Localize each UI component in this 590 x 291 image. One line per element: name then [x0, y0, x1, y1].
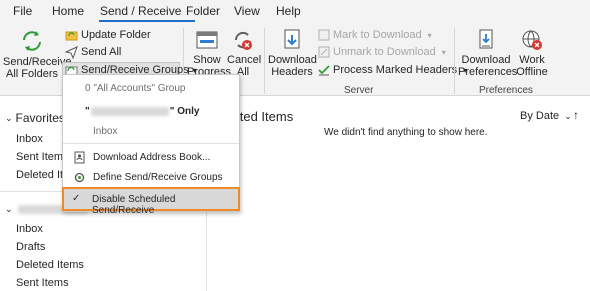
ribbon-separator: [264, 28, 265, 94]
download-preferences-label: Download Preferences: [458, 54, 518, 78]
favorites-header[interactable]: ⌄ Favorites: [5, 111, 65, 125]
menu-separator: [63, 143, 239, 144]
menu-item-account-only[interactable]: " " Only: [63, 101, 239, 121]
chevron-down-icon: ⌄: [5, 112, 13, 123]
tab-send-receive[interactable]: Send / Receive: [100, 4, 181, 18]
update-folder-button[interactable]: Update Folder: [65, 27, 151, 43]
send-all-label: Send All: [81, 46, 122, 58]
quote-open: ": [85, 105, 90, 117]
tab-file[interactable]: File: [13, 4, 32, 18]
menu-item-download-address-book-label: Download Address Book...: [93, 151, 211, 163]
chevron-down-icon: ▾: [427, 30, 432, 40]
active-tab-indicator: [99, 20, 195, 22]
ribbon-separator: [454, 28, 455, 94]
send-all-button[interactable]: Send All: [65, 44, 121, 60]
group-label-preferences: Preferences: [479, 85, 533, 96]
favorite-inbox[interactable]: Inbox: [16, 133, 43, 145]
redacted-account-name: [90, 106, 169, 116]
process-marked-headers-button[interactable]: Process Marked Headers ▾: [318, 62, 467, 78]
checkmark-icon: [318, 65, 330, 76]
address-book-icon: [74, 151, 85, 163]
menu-item-all-accounts-label: 0 "All Accounts" Group: [85, 82, 186, 94]
menu-item-inbox-label: Inbox: [93, 125, 118, 137]
unmark-download-icon: [318, 46, 330, 58]
menu-item-all-accounts[interactable]: 0 "All Accounts" Group: [63, 78, 239, 98]
menu-item-inbox[interactable]: Inbox: [63, 121, 239, 141]
globe-offline-icon: [522, 30, 542, 50]
unmark-to-download-button[interactable]: Unmark to Download ▾: [318, 44, 446, 60]
update-folder-label: Update Folder: [81, 29, 151, 41]
empty-list-message: We didn't find anything to show here.: [324, 127, 488, 138]
define-groups-icon: [74, 172, 85, 182]
menu-item-define-groups-label: Define Send/Receive Groups: [93, 171, 223, 183]
account-inbox[interactable]: Inbox: [16, 223, 43, 235]
mark-download-icon: [318, 29, 330, 41]
update-folder-icon: [65, 31, 78, 40]
sort-direction-arrow-icon[interactable]: ↑: [573, 108, 579, 122]
menu-item-disable-scheduled[interactable]: ✓ Disable Scheduled Send/Receive: [62, 187, 240, 216]
work-offline-label: Work Offline: [516, 54, 548, 78]
download-headers-label: Download Headers: [268, 54, 317, 78]
tab-help[interactable]: Help: [276, 4, 301, 18]
chevron-down-icon: ⌄: [564, 111, 572, 121]
chevron-down-icon: ⌄: [5, 204, 13, 214]
sort-by-date-button[interactable]: By Date ⌄: [520, 110, 572, 122]
progress-window-icon: [196, 31, 218, 49]
download-headers-button[interactable]: Download Headers: [268, 28, 317, 78]
download-preferences-icon: [479, 29, 493, 49]
group-label-server: Server: [344, 85, 374, 96]
send-receive-all-button[interactable]: Send/Receive All Folders: [3, 28, 72, 80]
download-preferences-button[interactable]: Download Preferences: [458, 28, 518, 78]
tab-home[interactable]: Home: [52, 4, 84, 18]
send-all-icon: [65, 45, 78, 59]
menu-item-download-address-book[interactable]: Download Address Book...: [63, 147, 239, 167]
favorite-sent-items[interactable]: Sent Items: [16, 151, 69, 163]
menu-item-define-groups[interactable]: Define Send/Receive Groups: [63, 167, 239, 187]
send-receive-all-label: Send/Receive All Folders: [3, 56, 72, 80]
cancel-all-button[interactable]: Cancel All: [227, 28, 261, 78]
mark-to-download-label: Mark to Download: [333, 29, 422, 41]
tab-folder[interactable]: Folder: [186, 4, 220, 18]
account-sent-items[interactable]: Sent Items: [16, 277, 69, 289]
sync-icon: [23, 31, 41, 51]
tab-view[interactable]: View: [234, 4, 260, 18]
cancel-sync-icon: [234, 31, 252, 50]
account-drafts[interactable]: Drafts: [16, 241, 45, 253]
mark-to-download-button[interactable]: Mark to Download ▾: [318, 27, 432, 43]
ribbon-tab-bar: File Home Send / Receive Folder View Hel…: [0, 0, 590, 24]
process-marked-headers-label: Process Marked Headers: [333, 64, 458, 76]
download-headers-icon: [284, 29, 300, 49]
sort-label: By Date: [520, 110, 560, 122]
menu-item-disable-scheduled-label: Disable Scheduled Send/Receive: [92, 194, 176, 216]
checkmark-icon: ✓: [72, 193, 81, 204]
menu-item-only-label: " Only: [169, 105, 200, 117]
show-progress-button[interactable]: Show Progress: [187, 28, 231, 78]
favorites-label: Favorites: [15, 111, 65, 125]
work-offline-button[interactable]: Work Offline: [516, 28, 548, 78]
unmark-to-download-label: Unmark to Download: [333, 46, 436, 58]
account-deleted-items[interactable]: Deleted Items: [16, 259, 84, 271]
chevron-down-icon: ▾: [441, 47, 446, 57]
